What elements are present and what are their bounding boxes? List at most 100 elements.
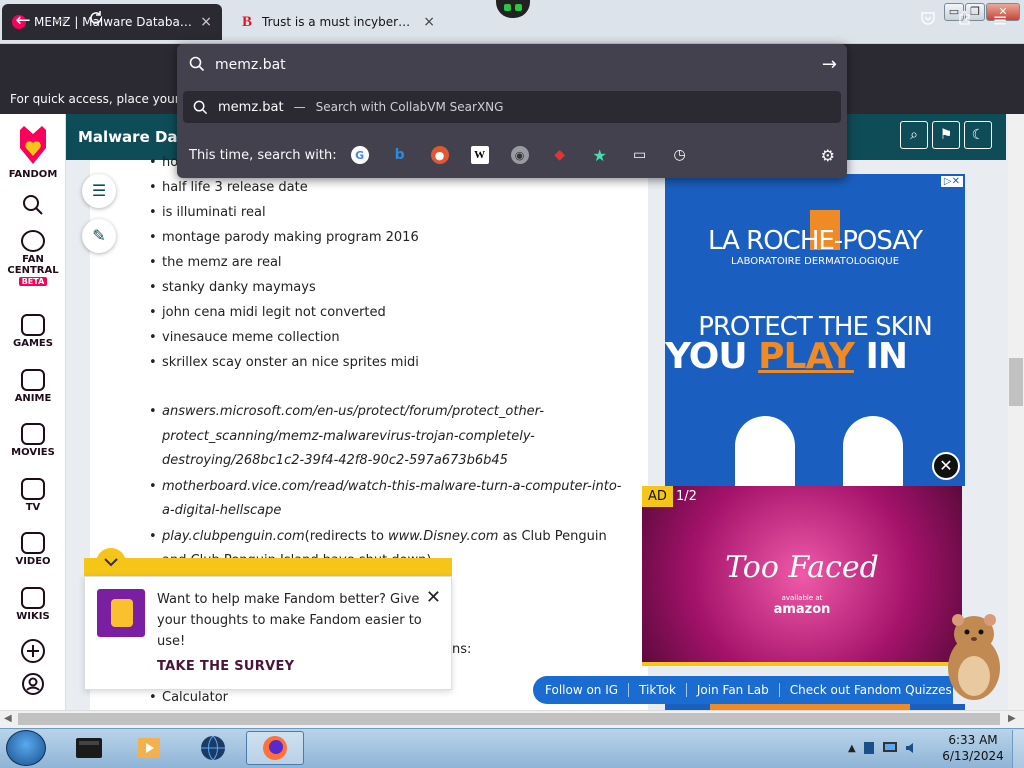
vertical-scroll-thumb[interactable]	[1009, 358, 1023, 406]
one-off-search-bar: This time, search with: G b ● W ◉ ◆ ★ ▭ …	[177, 138, 847, 172]
ad-brand-logo: LA ROCHE-POSAY	[708, 226, 923, 256]
close-icon[interactable]: ✕	[426, 587, 441, 608]
taskbar-app-media-player[interactable]	[120, 731, 178, 765]
fandom-logo-icon	[20, 126, 46, 164]
rail-video[interactable]: VIDEO	[0, 532, 66, 567]
forward-button[interactable]: →	[47, 9, 73, 33]
rail-tv[interactable]: TV	[0, 478, 66, 513]
close-ad-button[interactable]: ✕	[932, 452, 960, 480]
rail-movies[interactable]: MOVIES	[0, 423, 66, 458]
vertical-scrollbar[interactable]	[1008, 114, 1024, 710]
take-survey-link[interactable]: TAKE THE SURVEY	[157, 659, 294, 674]
survey-popup: Want to help make Fandom better? Give yo…	[84, 576, 452, 690]
social-links-bar: Follow on IG TikTok Join Fan Lab Check o…	[533, 676, 953, 704]
edit-button[interactable]: ✎	[82, 219, 116, 253]
ebay-icon[interactable]: ◆	[551, 146, 569, 164]
horizontal-scroll-thumb[interactable]	[18, 713, 1000, 725]
scroll-right-arrow-icon[interactable]: ▶	[1008, 713, 1016, 724]
history-icon[interactable]: ◷	[671, 146, 689, 164]
rail-games[interactable]: GAMES	[0, 314, 66, 349]
reload-button[interactable]	[83, 9, 109, 33]
volume-icon[interactable]	[904, 740, 920, 756]
table-of-contents-button[interactable]: ☰	[82, 174, 116, 208]
rail-label: CENTRAL	[7, 265, 59, 276]
media-player-icon	[138, 738, 160, 758]
taskbar-app-firefox[interactable]	[246, 731, 304, 765]
suggestion-separator: —	[293, 100, 306, 114]
wiki-title[interactable]: Malware Dat	[78, 128, 185, 146]
suggestion-action: Search with CollabVM SearXNG	[315, 100, 504, 114]
video-ad[interactable]: AD 1/2 Too Faced available at amazon	[642, 486, 962, 664]
video-progress-bar	[642, 662, 962, 666]
ad-headline-2: YOU PLAY IN	[665, 336, 909, 377]
app-menu-button[interactable]: ≡	[987, 9, 1013, 33]
searxng-icon[interactable]: ◉	[510, 146, 529, 164]
extensions-button[interactable]	[952, 9, 978, 33]
url-input[interactable]	[185, 50, 839, 80]
rail-fandom-logo[interactable]: FANDOM	[0, 122, 66, 180]
taskbar-app-computer[interactable]	[60, 731, 118, 765]
system-tray: ▲	[844, 730, 936, 766]
collapse-survey-button[interactable]	[96, 548, 126, 578]
wiki-search-button[interactable]: ⌕	[900, 121, 928, 149]
wikipedia-icon[interactable]: W	[470, 146, 489, 164]
discussions-icon[interactable]: ⚑	[932, 121, 960, 149]
tab-close-icon[interactable]: ×	[423, 14, 435, 30]
tiktok-link[interactable]: TikTok	[629, 683, 687, 697]
wiki-header-actions: ⌕ ⚑ ☾	[900, 121, 992, 149]
suggestion-term: memz.bat	[218, 99, 284, 115]
gamepad-icon	[21, 314, 45, 336]
urlbar-dropdown: → memz.bat — Search with CollabVM SearXN…	[177, 44, 847, 178]
scroll-left-arrow-icon[interactable]: ◀	[4, 713, 12, 724]
pocket-button[interactable]	[915, 9, 941, 33]
start-button[interactable]	[6, 730, 46, 766]
list-item: vinesauce meme collection	[149, 330, 419, 355]
follow-ig-link[interactable]: Follow on IG	[545, 683, 630, 697]
tabs-icon[interactable]: ▭	[631, 146, 649, 164]
headline-part: YOU	[665, 336, 759, 377]
laroche-posay-ad[interactable]: ▷✕ LA ROCHE-POSAY LABORATOIRE DERMATOLOG…	[665, 174, 965, 486]
search-settings-gear-icon[interactable]: ⚙	[821, 146, 835, 165]
list-item: motherboard.vice.com/read/watch-this-mal…	[149, 475, 622, 524]
list-item: the memz are real	[149, 255, 419, 280]
rail-account[interactable]	[0, 672, 66, 699]
survey-header-strip	[84, 558, 452, 576]
rail-search[interactable]	[0, 194, 66, 219]
show-hidden-icons-arrow-icon[interactable]: ▲	[848, 743, 856, 754]
rail-anime[interactable]: ANIME	[0, 369, 66, 404]
tab-trust-cybersecurity[interactable]: B Trust is a must incybersecurity ×	[230, 4, 445, 40]
taskbar-clock[interactable]: 6:33 AM 6/13/2024	[940, 732, 1006, 764]
tray-app-icon[interactable]	[862, 741, 876, 755]
list-item: john cena midi legit not converted	[149, 305, 419, 330]
google-icon[interactable]: G	[350, 146, 369, 164]
list-item: stanky danky maymays	[149, 280, 419, 305]
rail-wikis[interactable]: WIKIS	[0, 587, 66, 622]
taskbar-app-browser-globe[interactable]	[184, 731, 242, 765]
amazon-logo: amazon	[773, 602, 831, 617]
search-suggestion-row[interactable]: memz.bat — Search with CollabVM SearXNG	[183, 91, 841, 123]
adchoices-icon[interactable]: ▷✕	[940, 176, 963, 187]
dark-mode-icon[interactable]: ☾	[964, 121, 992, 149]
ad-counter: 1/2	[676, 489, 697, 504]
search-icon	[193, 100, 208, 114]
fan-lab-link[interactable]: Join Fan Lab	[687, 683, 780, 697]
tab-close-icon[interactable]: ×	[200, 14, 212, 30]
list-item: half life 3 release date	[149, 180, 419, 205]
one-off-label: This time, search with:	[189, 147, 337, 163]
address-bar[interactable]	[185, 50, 839, 80]
network-icon[interactable]	[882, 740, 898, 756]
bookmarks-star-icon[interactable]: ★	[591, 146, 609, 165]
rail-fan-central[interactable]: FAN CENTRAL BETA	[0, 230, 66, 287]
show-desktop-button[interactable]	[1012, 730, 1024, 768]
rocket-icon	[21, 230, 45, 252]
quizzes-link[interactable]: Check out Fandom Quizzes and	[780, 683, 953, 697]
duckduckgo-icon[interactable]: ●	[430, 146, 449, 164]
clock-date: 6/13/2024	[942, 749, 1004, 763]
headline-part: IN	[853, 336, 909, 377]
back-button[interactable]: ←	[10, 9, 36, 33]
bing-icon[interactable]: b	[391, 146, 409, 164]
player-figure	[843, 416, 903, 486]
go-arrow-icon[interactable]: →	[822, 54, 837, 75]
rail-label: FANDOM	[8, 169, 58, 180]
rail-create-wiki[interactable]	[0, 638, 66, 667]
